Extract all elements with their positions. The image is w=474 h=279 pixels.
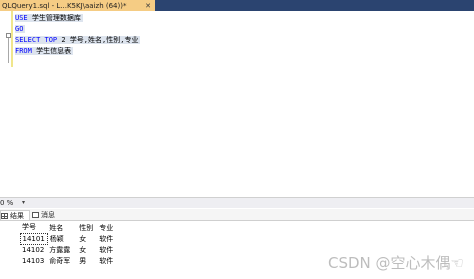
row-number[interactable] <box>0 244 20 255</box>
messages-icon <box>32 212 39 218</box>
code-line-4[interactable]: FROM 学生信息表 <box>15 46 74 57</box>
close-icon[interactable]: ✕ <box>145 2 151 10</box>
table-cell[interactable]: 杨颖 <box>47 233 77 244</box>
column-header[interactable]: 学号 <box>20 222 48 233</box>
table-cell[interactable]: 女 <box>77 244 97 255</box>
document-tab-title: QLQuery1.sql - L...K5KJ\aaizh (64))* <box>2 1 127 10</box>
row-number-header <box>0 222 20 233</box>
table-cell[interactable]: 14103 <box>20 255 47 266</box>
results-table: 学号 姓名 性别 专业 14101 杨颖 女 软件 14102 方露露 女 软件 <box>0 222 123 266</box>
watermark: CSDN @空心木偶☜ <box>328 254 464 272</box>
code-line-2[interactable]: GO <box>15 24 26 35</box>
table-cell[interactable]: 方露露 <box>47 244 77 255</box>
results-grid-icon <box>1 212 8 219</box>
document-tab-strip: QLQuery1.sql - L...K5KJ\aaizh (64))* ✕ <box>0 0 474 11</box>
table-row: 14101 杨颖 女 软件 <box>0 232 122 245</box>
code-line-1[interactable]: USE 学生管理数据库 <box>15 13 83 24</box>
table-cell[interactable]: 软件 <box>97 244 122 255</box>
sql-text: 2 学号,姓名,性别,专业 <box>57 36 139 44</box>
results-tab-bar: 结果 消息 <box>0 209 474 221</box>
table-cell[interactable]: 软件 <box>97 233 122 244</box>
column-header[interactable]: 姓名 <box>47 222 78 233</box>
document-tab-query1[interactable]: QLQuery1.sql - L...K5KJ\aaizh (64))* ✕ <box>0 0 155 11</box>
tab-messages[interactable]: 消息 <box>32 210 64 220</box>
sql-keyword: SELECT TOP <box>15 36 58 44</box>
sql-text: 学生管理数据库 <box>27 14 81 22</box>
zoom-level[interactable]: 0 % <box>0 198 13 208</box>
row-number[interactable] <box>0 255 20 266</box>
change-tracking-bar <box>11 11 13 67</box>
table-cell[interactable]: 女 <box>77 233 97 244</box>
sql-keyword: USE <box>15 14 28 22</box>
table-cell[interactable]: 14101 <box>19 232 48 245</box>
table-cell[interactable]: 14102 <box>20 244 47 255</box>
table-cell[interactable]: 男 <box>77 255 97 266</box>
tab-results[interactable]: 结果 <box>0 210 30 220</box>
sql-keyword: FROM <box>15 47 32 55</box>
table-cell[interactable]: 俞奇军 <box>47 255 77 266</box>
column-header[interactable]: 专业 <box>97 222 123 233</box>
table-row: 14103 俞奇军 男 软件 <box>0 255 122 266</box>
sql-text: 学生信息表 <box>31 47 72 55</box>
table-cell[interactable]: 软件 <box>97 255 122 266</box>
row-number[interactable] <box>0 233 20 244</box>
column-header[interactable]: 性别 <box>77 222 98 233</box>
tab-messages-label: 消息 <box>41 211 55 219</box>
zoom-bar: 0 % ▾ <box>0 197 474 208</box>
chevron-down-icon[interactable]: ▾ <box>22 198 25 208</box>
editor-gutter <box>0 11 11 197</box>
header-row: 学号 姓名 性别 专业 <box>0 222 123 233</box>
sql-editor[interactable]: USE 学生管理数据库 GO SELECT TOP 2 学号,姓名,性别,专业 … <box>0 11 474 205</box>
sql-keyword: GO <box>15 25 24 33</box>
code-line-3[interactable]: SELECT TOP 2 学号,姓名,性别,专业 <box>15 35 141 46</box>
table-row: 14102 方露露 女 软件 <box>0 244 122 255</box>
tab-results-label: 结果 <box>10 211 24 220</box>
fold-guide-line <box>8 35 9 63</box>
